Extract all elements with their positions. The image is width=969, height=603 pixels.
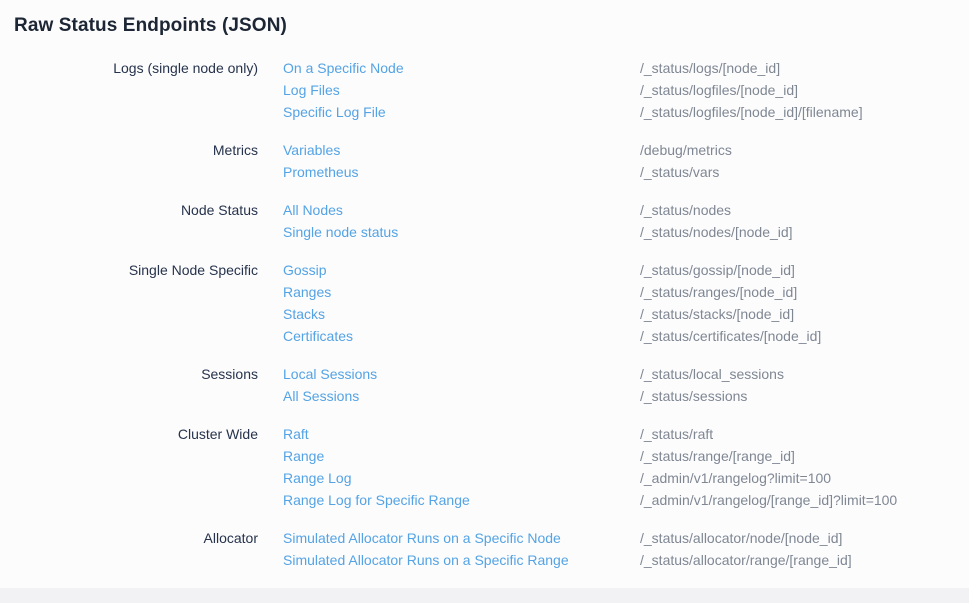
endpoint-link[interactable]: Raft — [258, 423, 640, 445]
endpoint-link[interactable]: Ranges — [258, 281, 640, 303]
endpoint-path: /_status/local_sessions — [640, 363, 969, 385]
endpoint-path: /_status/stacks/[node_id] — [640, 303, 969, 325]
endpoint-link[interactable]: Prometheus — [258, 161, 640, 183]
endpoint-path: /_status/vars — [640, 161, 969, 183]
endpoint-path: /_status/allocator/range/[range_id] — [640, 549, 969, 571]
section-label: Node Status — [0, 199, 258, 221]
section-label: Single Node Specific — [0, 259, 258, 281]
section-rows: Gossip/_status/gossip/[node_id]Ranges/_s… — [258, 259, 969, 347]
endpoint-link[interactable]: Single node status — [258, 221, 640, 243]
endpoint-link[interactable]: Stacks — [258, 303, 640, 325]
endpoint-row: Stacks/_status/stacks/[node_id] — [258, 303, 969, 325]
debug-endpoints-panel: Raw Status Endpoints (JSON) Logs (single… — [0, 0, 969, 588]
endpoint-link[interactable]: Local Sessions — [258, 363, 640, 385]
section-label: Sessions — [0, 363, 258, 385]
section-rows: Variables/debug/metricsPrometheus/_statu… — [258, 139, 969, 183]
endpoint-path: /debug/metrics — [640, 139, 969, 161]
endpoint-link[interactable]: Range Log for Specific Range — [258, 489, 640, 511]
endpoint-link[interactable]: Range Log — [258, 467, 640, 489]
endpoint-path: /_status/nodes/[node_id] — [640, 221, 969, 243]
endpoint-section: Single Node SpecificGossip/_status/gossi… — [0, 259, 969, 347]
section-rows: On a Specific Node/_status/logs/[node_id… — [258, 57, 969, 123]
endpoint-row: Variables/debug/metrics — [258, 139, 969, 161]
endpoint-section: SessionsLocal Sessions/_status/local_ses… — [0, 363, 969, 407]
endpoint-row: Simulated Allocator Runs on a Specific R… — [258, 549, 969, 571]
section-label: Allocator — [0, 527, 258, 549]
endpoint-path: /_status/raft — [640, 423, 969, 445]
endpoint-path: /_status/logfiles/[node_id] — [640, 79, 969, 101]
endpoint-section: Node StatusAll Nodes/_status/nodesSingle… — [0, 199, 969, 243]
endpoint-row: Specific Log File/_status/logfiles/[node… — [258, 101, 969, 123]
endpoint-link[interactable]: Simulated Allocator Runs on a Specific N… — [258, 527, 640, 549]
endpoint-path: /_status/sessions — [640, 385, 969, 407]
endpoint-section: AllocatorSimulated Allocator Runs on a S… — [0, 527, 969, 571]
endpoint-row: Single node status/_status/nodes/[node_i… — [258, 221, 969, 243]
endpoint-path: /_admin/v1/rangelog?limit=100 — [640, 467, 969, 489]
endpoint-path: /_status/certificates/[node_id] — [640, 325, 969, 347]
endpoint-row: Range Log/_admin/v1/rangelog?limit=100 — [258, 467, 969, 489]
endpoint-row: Local Sessions/_status/local_sessions — [258, 363, 969, 385]
endpoint-link[interactable]: Simulated Allocator Runs on a Specific R… — [258, 549, 640, 571]
section-label: Metrics — [0, 139, 258, 161]
endpoint-path: /_status/logfiles/[node_id]/[filename] — [640, 101, 969, 123]
endpoint-link[interactable]: Variables — [258, 139, 640, 161]
sections: Logs (single node only)On a Specific Nod… — [0, 57, 969, 571]
endpoint-link[interactable]: Certificates — [258, 325, 640, 347]
endpoint-row: Gossip/_status/gossip/[node_id] — [258, 259, 969, 281]
endpoint-path: /_status/gossip/[node_id] — [640, 259, 969, 281]
endpoint-row: Certificates/_status/certificates/[node_… — [258, 325, 969, 347]
endpoint-row: Range/_status/range/[range_id] — [258, 445, 969, 467]
endpoint-section: MetricsVariables/debug/metricsPrometheus… — [0, 139, 969, 183]
endpoint-section: Cluster WideRaft/_status/raftRange/_stat… — [0, 423, 969, 511]
endpoint-path: /_status/logs/[node_id] — [640, 57, 969, 79]
endpoint-link[interactable]: On a Specific Node — [258, 57, 640, 79]
endpoint-link[interactable]: Gossip — [258, 259, 640, 281]
endpoint-link[interactable]: Range — [258, 445, 640, 467]
endpoint-link[interactable]: Specific Log File — [258, 101, 640, 123]
endpoint-row: Range Log for Specific Range/_admin/v1/r… — [258, 489, 969, 511]
endpoint-path: /_status/range/[range_id] — [640, 445, 969, 467]
endpoint-path: /_admin/v1/rangelog/[range_id]?limit=100 — [640, 489, 969, 511]
endpoint-row: Log Files/_status/logfiles/[node_id] — [258, 79, 969, 101]
endpoint-row: Raft/_status/raft — [258, 423, 969, 445]
endpoint-path: /_status/allocator/node/[node_id] — [640, 527, 969, 549]
section-label: Cluster Wide — [0, 423, 258, 445]
endpoint-row: Simulated Allocator Runs on a Specific N… — [258, 527, 969, 549]
endpoint-row: Prometheus/_status/vars — [258, 161, 969, 183]
endpoint-section: Logs (single node only)On a Specific Nod… — [0, 57, 969, 123]
endpoint-path: /_status/ranges/[node_id] — [640, 281, 969, 303]
endpoint-link[interactable]: All Nodes — [258, 199, 640, 221]
section-rows: Simulated Allocator Runs on a Specific N… — [258, 527, 969, 571]
endpoint-row: All Sessions/_status/sessions — [258, 385, 969, 407]
section-label: Logs (single node only) — [0, 57, 258, 79]
section-rows: All Nodes/_status/nodesSingle node statu… — [258, 199, 969, 243]
section-rows: Local Sessions/_status/local_sessionsAll… — [258, 363, 969, 407]
page-title: Raw Status Endpoints (JSON) — [14, 13, 969, 39]
section-rows: Raft/_status/raftRange/_status/range/[ra… — [258, 423, 969, 511]
endpoint-row: All Nodes/_status/nodes — [258, 199, 969, 221]
endpoint-link[interactable]: All Sessions — [258, 385, 640, 407]
endpoint-link[interactable]: Log Files — [258, 79, 640, 101]
endpoint-row: On a Specific Node/_status/logs/[node_id… — [258, 57, 969, 79]
endpoint-path: /_status/nodes — [640, 199, 969, 221]
endpoint-row: Ranges/_status/ranges/[node_id] — [258, 281, 969, 303]
